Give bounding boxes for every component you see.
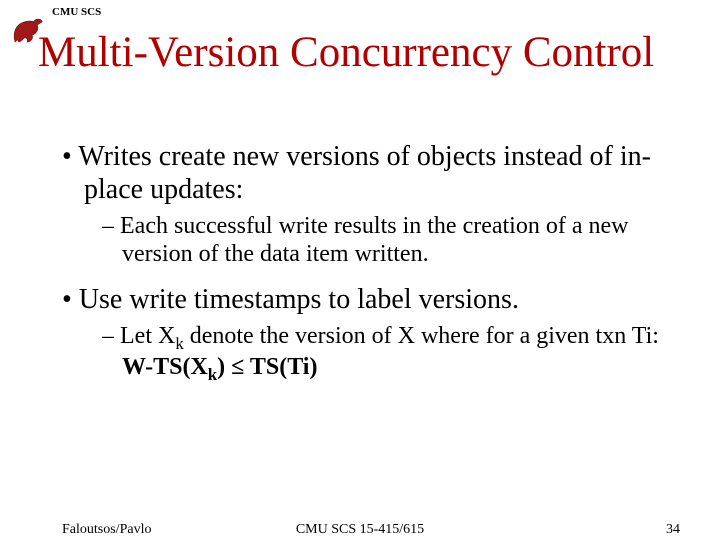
- bullet-2: Use write timestamps to label versions.: [62, 283, 680, 316]
- slide: CMU SCS Multi-Version Concurrency Contro…: [0, 0, 720, 540]
- slide-body: Writes create new versions of objects in…: [62, 140, 680, 399]
- subscript-k-1: k: [175, 334, 183, 353]
- footer-course: CMU SCS 15-415/615: [0, 522, 720, 538]
- bullet-1-sub-text: Each successful write results in the cre…: [120, 213, 628, 267]
- bullet-1-text: Writes create new versions of objects in…: [78, 141, 651, 205]
- bullet-1: Writes create new versions of objects in…: [62, 140, 680, 206]
- bullet-2-bold-1: W-TS(X: [122, 354, 208, 380]
- slide-title: Multi-Version Concurrency Control: [38, 28, 654, 77]
- bullet-1-sub: – Each successful write results in the c…: [62, 212, 680, 269]
- bullet-2-sub-mid: denote the version of X where for a give…: [184, 323, 659, 349]
- footer-page-number: 34: [666, 522, 680, 538]
- subscript-k-2: k: [208, 365, 217, 384]
- bullet-2-sub-prefix: Let X: [120, 323, 175, 349]
- bullet-2-sub: – Let Xk denote the version of X where f…: [62, 322, 680, 385]
- bullet-2-bold-2: ) ≤ TS(Ti): [217, 354, 317, 380]
- header-label: CMU SCS: [52, 6, 101, 18]
- bullet-2-text: Use write timestamps to label versions.: [79, 284, 519, 315]
